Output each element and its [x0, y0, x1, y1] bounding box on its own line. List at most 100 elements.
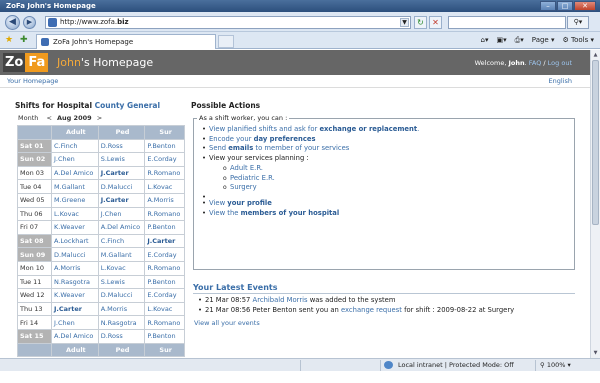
shift-worker-cell[interactable]: D.Malucci — [51, 247, 99, 262]
page-menu[interactable]: Page ▾ — [532, 35, 555, 46]
shift-worker-cell[interactable]: S.Lewis — [97, 274, 146, 290]
service-pediatric-link[interactable]: Pediatric E.R. — [230, 174, 275, 182]
shift-worker-cell[interactable]: R.Romano — [144, 165, 185, 181]
shift-worker-cell[interactable]: J.Carter — [144, 233, 185, 249]
shift-worker-cell[interactable]: K.Weaver — [51, 288, 99, 303]
service-adult-link[interactable]: Adult E.R. — [230, 164, 263, 172]
logout-link[interactable]: Log out — [548, 59, 572, 67]
shift-worker-cell[interactable]: S.Lewis — [97, 152, 146, 167]
zoom-label: 100% — [546, 361, 566, 369]
tab-zofa[interactable]: ZoFa John's Homepage — [36, 34, 216, 49]
scroll-down-icon[interactable]: ▼ — [592, 349, 599, 357]
vertical-scrollbar[interactable]: ▲ ▼ — [590, 50, 600, 358]
action-item: View your services planning : Adult E.R.… — [202, 154, 419, 193]
language-link[interactable]: English — [549, 75, 572, 87]
shift-worker-cell[interactable]: A.Lockhart — [51, 233, 99, 249]
shift-worker-cell[interactable]: C.Finch — [51, 138, 99, 154]
feeds-icon[interactable]: ▣▾ — [497, 35, 507, 46]
shift-worker-cell[interactable]: P.Benton — [144, 328, 185, 344]
shift-worker-cell[interactable]: L.Kovac — [144, 301, 185, 317]
forward-icon[interactable]: ▶ — [23, 16, 36, 29]
next-month-button[interactable]: > — [97, 114, 102, 122]
shift-worker-cell[interactable]: A.Morris — [51, 260, 99, 276]
shift-worker-cell[interactable]: A.Del Amico — [51, 328, 99, 344]
shift-worker-cell[interactable]: L.Kovac — [51, 206, 99, 222]
url-prefix: http://www.zofa. — [60, 18, 118, 26]
shift-worker-cell[interactable]: E.Corday — [144, 247, 185, 262]
stop-icon[interactable]: ✕ — [429, 16, 442, 29]
shift-worker-cell[interactable]: R.Romano — [144, 315, 185, 330]
shift-worker-cell[interactable]: E.Corday — [144, 152, 185, 167]
shift-worker-cell[interactable]: E.Corday — [144, 288, 185, 303]
shift-worker-cell[interactable]: J.Carter — [97, 165, 146, 181]
zoom-level[interactable]: ⚲ 100% ▾ — [540, 359, 571, 371]
shift-worker-cell[interactable]: D.Malucci — [97, 288, 146, 303]
hospital-link[interactable]: County General — [95, 101, 160, 110]
prev-month-button[interactable]: < — [46, 114, 51, 122]
shift-worker-cell[interactable]: P.Benton — [144, 138, 185, 154]
shift-worker-cell[interactable]: M.Gallant — [51, 179, 99, 194]
add-favorites-icon[interactable]: ✚ — [20, 35, 28, 45]
event-2-request-link[interactable]: exchange request — [341, 306, 402, 314]
event-1-user-link[interactable]: Archibald Morris — [253, 296, 308, 304]
shift-worker-cell[interactable]: K.Weaver — [51, 220, 99, 235]
print-icon[interactable]: ⎙▾ — [515, 35, 524, 46]
search-icon[interactable]: ⚲▾ — [567, 16, 589, 29]
shift-worker-cell[interactable]: D.Malucci — [97, 179, 146, 194]
shift-row: Fri 07 K.Weaver A.Del Amico P.Benton — [17, 220, 185, 235]
service-surgery-link[interactable]: Surgery — [230, 183, 257, 191]
security-zone[interactable]: Local intranet | Protected Mode: Off — [382, 359, 514, 371]
action-members-link[interactable]: View the members of your hospital — [209, 209, 339, 217]
search-input[interactable] — [448, 16, 566, 29]
shift-worker-cell[interactable]: J.Carter — [97, 192, 146, 208]
shift-worker-cell[interactable]: P.Benton — [144, 274, 185, 290]
action-view-shifts-link[interactable]: View planified shifts and ask for exchan… — [209, 125, 419, 133]
all-events-link[interactable]: View all your events — [194, 319, 260, 327]
shift-day-cell: Sat 08 — [17, 233, 52, 249]
tools-menu[interactable]: ⚙ Tools ▾ — [562, 35, 594, 46]
minimize-button[interactable]: – — [540, 1, 556, 11]
new-tab-button[interactable] — [218, 35, 234, 48]
shift-worker-cell[interactable]: D.Ross — [97, 328, 146, 344]
shift-worker-cell[interactable]: L.Kovac — [97, 260, 146, 276]
shift-worker-cell[interactable]: D.Ross — [97, 138, 146, 154]
shift-worker-cell[interactable]: M.Gallant — [97, 247, 146, 262]
window-bottom — [0, 371, 600, 383]
shift-worker-cell[interactable]: A.Del Amico — [97, 220, 146, 235]
shift-worker-cell[interactable]: N.Rasgotra — [51, 274, 99, 290]
shift-worker-cell[interactable]: C.Finch — [97, 233, 146, 249]
scroll-up-icon[interactable]: ▲ — [592, 51, 599, 59]
site-logo[interactable]: Zo Fa — [3, 53, 49, 72]
shift-worker-cell[interactable]: A.Del Amico — [51, 165, 99, 181]
action-preferences-link[interactable]: Encode your day preferences — [209, 135, 316, 143]
home-link[interactable]: Your Homepage — [7, 75, 58, 87]
shift-worker-cell[interactable]: J.Carter — [51, 301, 99, 317]
close-window-button[interactable]: ✕ — [574, 1, 596, 11]
shift-row: Mon 03 A.Del Amico J.Carter R.Romano — [17, 165, 185, 181]
shift-worker-cell[interactable]: P.Benton — [144, 220, 185, 235]
shift-worker-cell[interactable]: L.Kovac — [144, 179, 185, 194]
shift-worker-cell[interactable]: N.Rasgotra — [97, 315, 146, 330]
shift-worker-cell[interactable]: J.Chen — [51, 315, 99, 330]
action-profile-link[interactable]: View your profile — [209, 199, 272, 207]
shift-worker-cell[interactable]: R.Romano — [144, 206, 185, 222]
shift-worker-cell[interactable]: A.Morris — [97, 301, 146, 317]
shift-worker-cell[interactable]: R.Romano — [144, 260, 185, 276]
action-emails-link[interactable]: Send emails to member of your services — [209, 144, 349, 152]
back-icon[interactable]: ◀ — [5, 15, 20, 30]
tab-favicon-icon — [41, 38, 49, 46]
scroll-thumb[interactable] — [592, 60, 599, 225]
shift-worker-cell[interactable]: J.Chen — [51, 152, 99, 167]
faq-link[interactable]: FAQ — [529, 59, 542, 67]
home-icon[interactable]: ⌂▾ — [481, 35, 489, 46]
shift-worker-cell[interactable]: A.Morris — [144, 192, 185, 208]
actions-list: View planified shifts and ask for exchan… — [202, 125, 419, 218]
favorites-star-icon[interactable]: ★ — [5, 35, 13, 45]
shift-day-cell: Tue 11 — [17, 274, 52, 290]
maximize-button[interactable]: □ — [557, 1, 573, 11]
refresh-icon[interactable]: ↻ — [414, 16, 427, 29]
address-bar[interactable]: http://www.zofa.biz ▼ — [45, 16, 411, 29]
shift-worker-cell[interactable]: M.Greene — [51, 192, 99, 208]
address-dropdown-icon[interactable]: ▼ — [400, 18, 409, 27]
shift-worker-cell[interactable]: J.Chen — [97, 206, 146, 222]
